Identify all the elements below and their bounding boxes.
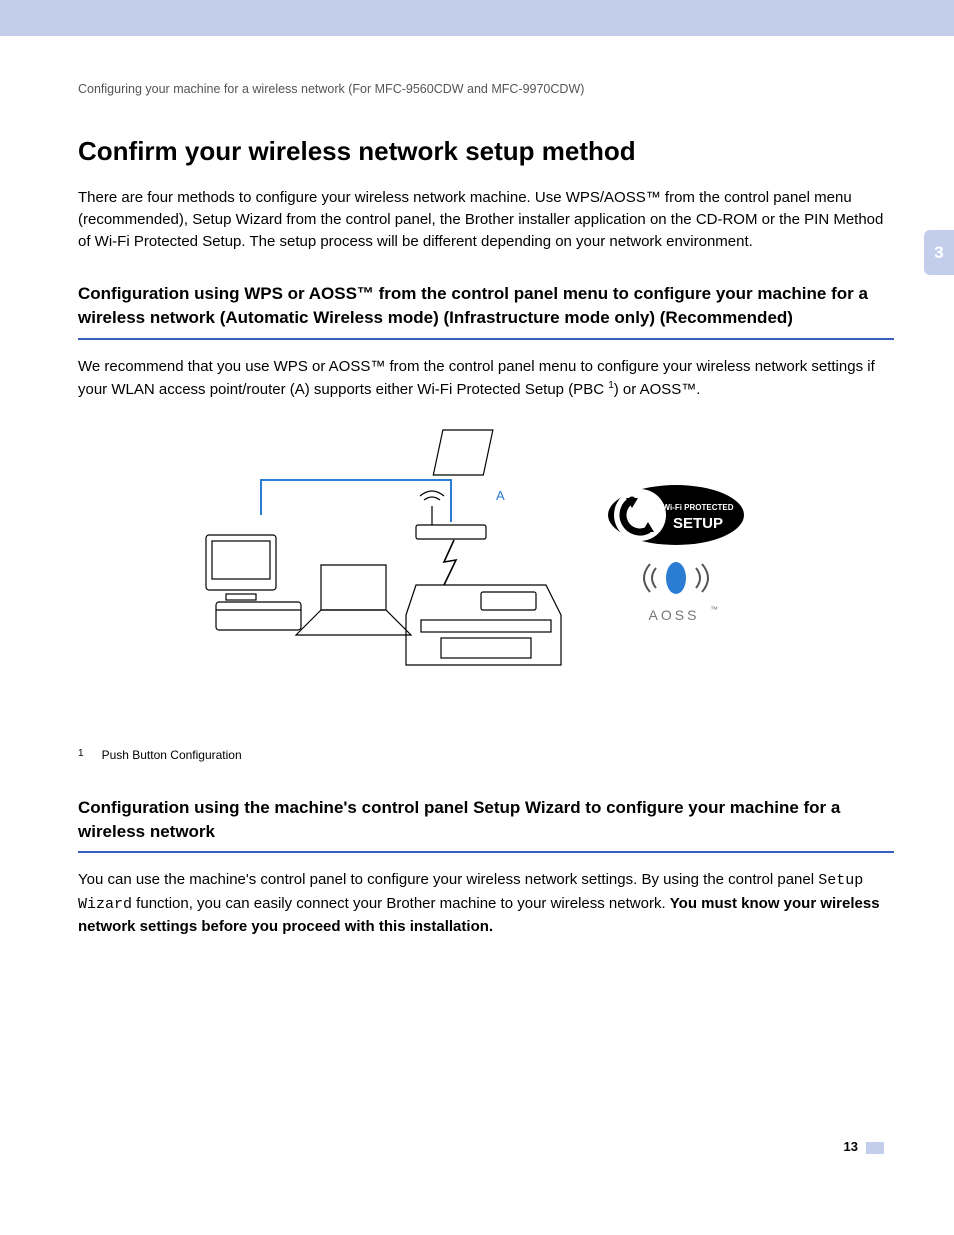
top-accent-bar xyxy=(0,0,954,36)
footnote-number: 1 xyxy=(78,748,84,759)
section1-body: We recommend that you use WPS or AOSS™ f… xyxy=(78,356,894,402)
intro-paragraph: There are four methods to configure your… xyxy=(78,187,894,252)
printer-icon xyxy=(406,585,561,665)
svg-text:AOSS: AOSS xyxy=(649,607,700,623)
section2-body: You can use the machine's control panel … xyxy=(78,869,894,939)
section-rule xyxy=(78,338,894,340)
wps-badge-icon: Wi-Fi PROTECTED SETUP xyxy=(608,485,744,545)
network-diagram: A Wi-Fi PROTECTED SETUP xyxy=(78,420,894,700)
page-title: Confirm your wireless network setup meth… xyxy=(78,136,894,167)
footnote-text: Push Button Configuration xyxy=(102,748,242,762)
section1-heading: Configuration using WPS or AOSS™ from th… xyxy=(78,282,894,330)
page-number: 13 xyxy=(844,1139,858,1154)
svg-text:™: ™ xyxy=(710,605,718,614)
section-rule xyxy=(78,851,894,853)
aoss-badge-icon: AOSS ™ xyxy=(644,562,718,623)
section2-body-pre: You can use the machine's control panel … xyxy=(78,871,818,888)
section1-body-post: ) or AOSS™. xyxy=(614,381,701,398)
desktop-icon xyxy=(206,535,301,630)
footnote: 1 Push Button Configuration xyxy=(78,748,894,762)
page-number-wrap: 13 xyxy=(78,1139,894,1154)
section2-heading: Configuration using the machine's contro… xyxy=(78,796,894,844)
section2-body-mid: function, you can easily connect your Br… xyxy=(132,895,670,912)
section1-body-pre: We recommend that you use WPS or AOSS™ f… xyxy=(78,358,875,399)
page-content: Configuring your machine for a wireless … xyxy=(0,36,954,1184)
laptop-icon xyxy=(296,565,411,635)
router-top-icon xyxy=(433,430,493,475)
page-number-accent xyxy=(866,1142,884,1154)
diagram-label-a: A xyxy=(496,488,505,503)
svg-text:Wi-Fi PROTECTED: Wi-Fi PROTECTED xyxy=(662,503,733,512)
svg-text:SETUP: SETUP xyxy=(673,515,723,532)
breadcrumb: Configuring your machine for a wireless … xyxy=(78,82,894,96)
